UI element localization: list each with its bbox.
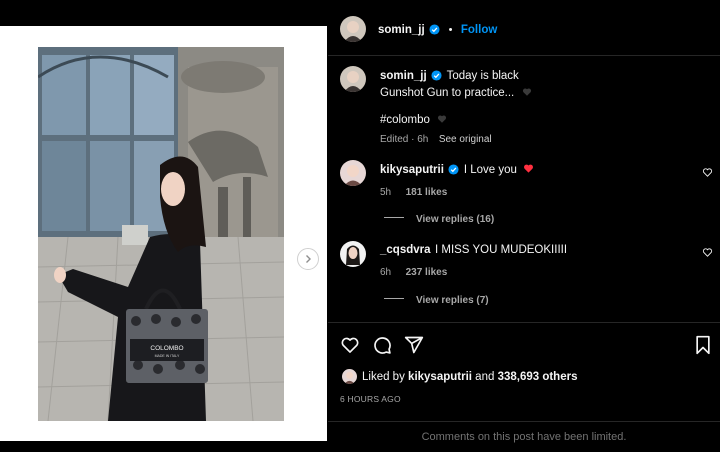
edited-label: Edited · 6h bbox=[380, 134, 429, 145]
replies-divider bbox=[384, 298, 404, 300]
comment-username[interactable]: kikysaputrii bbox=[380, 164, 444, 176]
heart-icon[interactable] bbox=[702, 247, 713, 258]
bag-brand-text: COLOMBO bbox=[150, 345, 183, 352]
caption-meta: Edited · 6h See original bbox=[380, 129, 492, 147]
replies-divider bbox=[384, 217, 404, 219]
chevron-right-icon bbox=[306, 255, 311, 263]
view-replies-link[interactable]: View replies (16) bbox=[416, 214, 494, 225]
header-separator: • bbox=[448, 24, 453, 36]
likes-summary: Liked by kikysaputrii and 338,693 others bbox=[362, 370, 577, 384]
save-icon[interactable] bbox=[694, 335, 712, 355]
comment-icon[interactable] bbox=[372, 335, 392, 355]
caption-text-line1: Today is black bbox=[446, 70, 519, 82]
red-heart-emoji bbox=[523, 163, 534, 177]
comment-2-replies[interactable]: View replies (7) bbox=[384, 290, 489, 308]
caption-username[interactable]: somin_jj bbox=[380, 70, 427, 82]
post-info-panel: somin_jj • Follow somin_jj Today is blac… bbox=[328, 0, 720, 452]
caption-author-avatar[interactable] bbox=[340, 66, 366, 92]
post-photo[interactable]: COLOMBO MADE IN ITALY bbox=[38, 47, 284, 421]
bag-sub-text: MADE IN ITALY bbox=[155, 354, 180, 358]
author-username[interactable]: somin_jj bbox=[378, 24, 425, 36]
comment-text: I MISS YOU MUDEOKIIIII bbox=[434, 244, 568, 256]
comment-text: I Love you bbox=[463, 164, 517, 176]
comments-limited-notice: Comments on this post have been limited. bbox=[328, 421, 720, 452]
liked-by-and: and bbox=[475, 371, 495, 383]
see-original-link[interactable]: See original bbox=[439, 134, 492, 145]
next-photo-button[interactable] bbox=[297, 248, 319, 270]
verified-icon bbox=[448, 164, 459, 175]
comment-1-replies[interactable]: View replies (16) bbox=[384, 209, 494, 227]
follow-button[interactable]: Follow bbox=[461, 24, 497, 36]
black-heart-emoji bbox=[437, 112, 447, 127]
comment-avatar[interactable] bbox=[340, 160, 366, 186]
liked-by-user[interactable]: kikysaputrii bbox=[408, 371, 472, 383]
comment-1: kikysaputrii I Love you bbox=[380, 162, 534, 177]
heart-icon[interactable] bbox=[340, 335, 360, 355]
caption-hashtag-row: #colombo bbox=[380, 111, 447, 128]
verified-icon bbox=[429, 24, 440, 35]
comment-time: 5h bbox=[380, 187, 392, 198]
verified-icon bbox=[431, 70, 442, 81]
liker-avatar[interactable] bbox=[342, 369, 357, 384]
caption: somin_jj Today is black Gunshot Gun to p… bbox=[380, 67, 680, 101]
view-replies-link[interactable]: View replies (7) bbox=[416, 295, 489, 306]
post-media-panel: COLOMBO MADE IN ITALY bbox=[0, 26, 327, 441]
comment-2: _cqsdvra I MISS YOU MUDEOKIIIII bbox=[380, 242, 567, 257]
liked-by-others[interactable]: 338,693 others bbox=[498, 371, 578, 383]
post-header: somin_jj • Follow bbox=[328, 0, 720, 56]
heart-icon[interactable] bbox=[702, 167, 713, 178]
hashtag-link[interactable]: #colombo bbox=[380, 114, 430, 126]
share-icon[interactable] bbox=[404, 335, 424, 355]
comment-likes[interactable]: 181 likes bbox=[406, 187, 448, 198]
comment-username[interactable]: _cqsdvra bbox=[380, 244, 431, 256]
liked-by-prefix: Liked by bbox=[362, 371, 405, 383]
post-timestamp: 6 HOURS AGO bbox=[340, 394, 401, 404]
author-avatar[interactable] bbox=[340, 16, 366, 42]
black-heart-emoji bbox=[522, 85, 532, 100]
comment-avatar[interactable] bbox=[340, 241, 366, 267]
comment-1-meta: 5h 181 likes bbox=[380, 182, 447, 200]
caption-text-line2: Gunshot Gun to practice... bbox=[380, 87, 515, 99]
header-title-row: somin_jj • Follow bbox=[378, 22, 497, 37]
comment-likes[interactable]: 237 likes bbox=[406, 267, 448, 278]
comment-2-meta: 6h 237 likes bbox=[380, 262, 447, 280]
photo-illustration: COLOMBO MADE IN ITALY bbox=[38, 47, 284, 421]
comment-time: 6h bbox=[380, 267, 392, 278]
